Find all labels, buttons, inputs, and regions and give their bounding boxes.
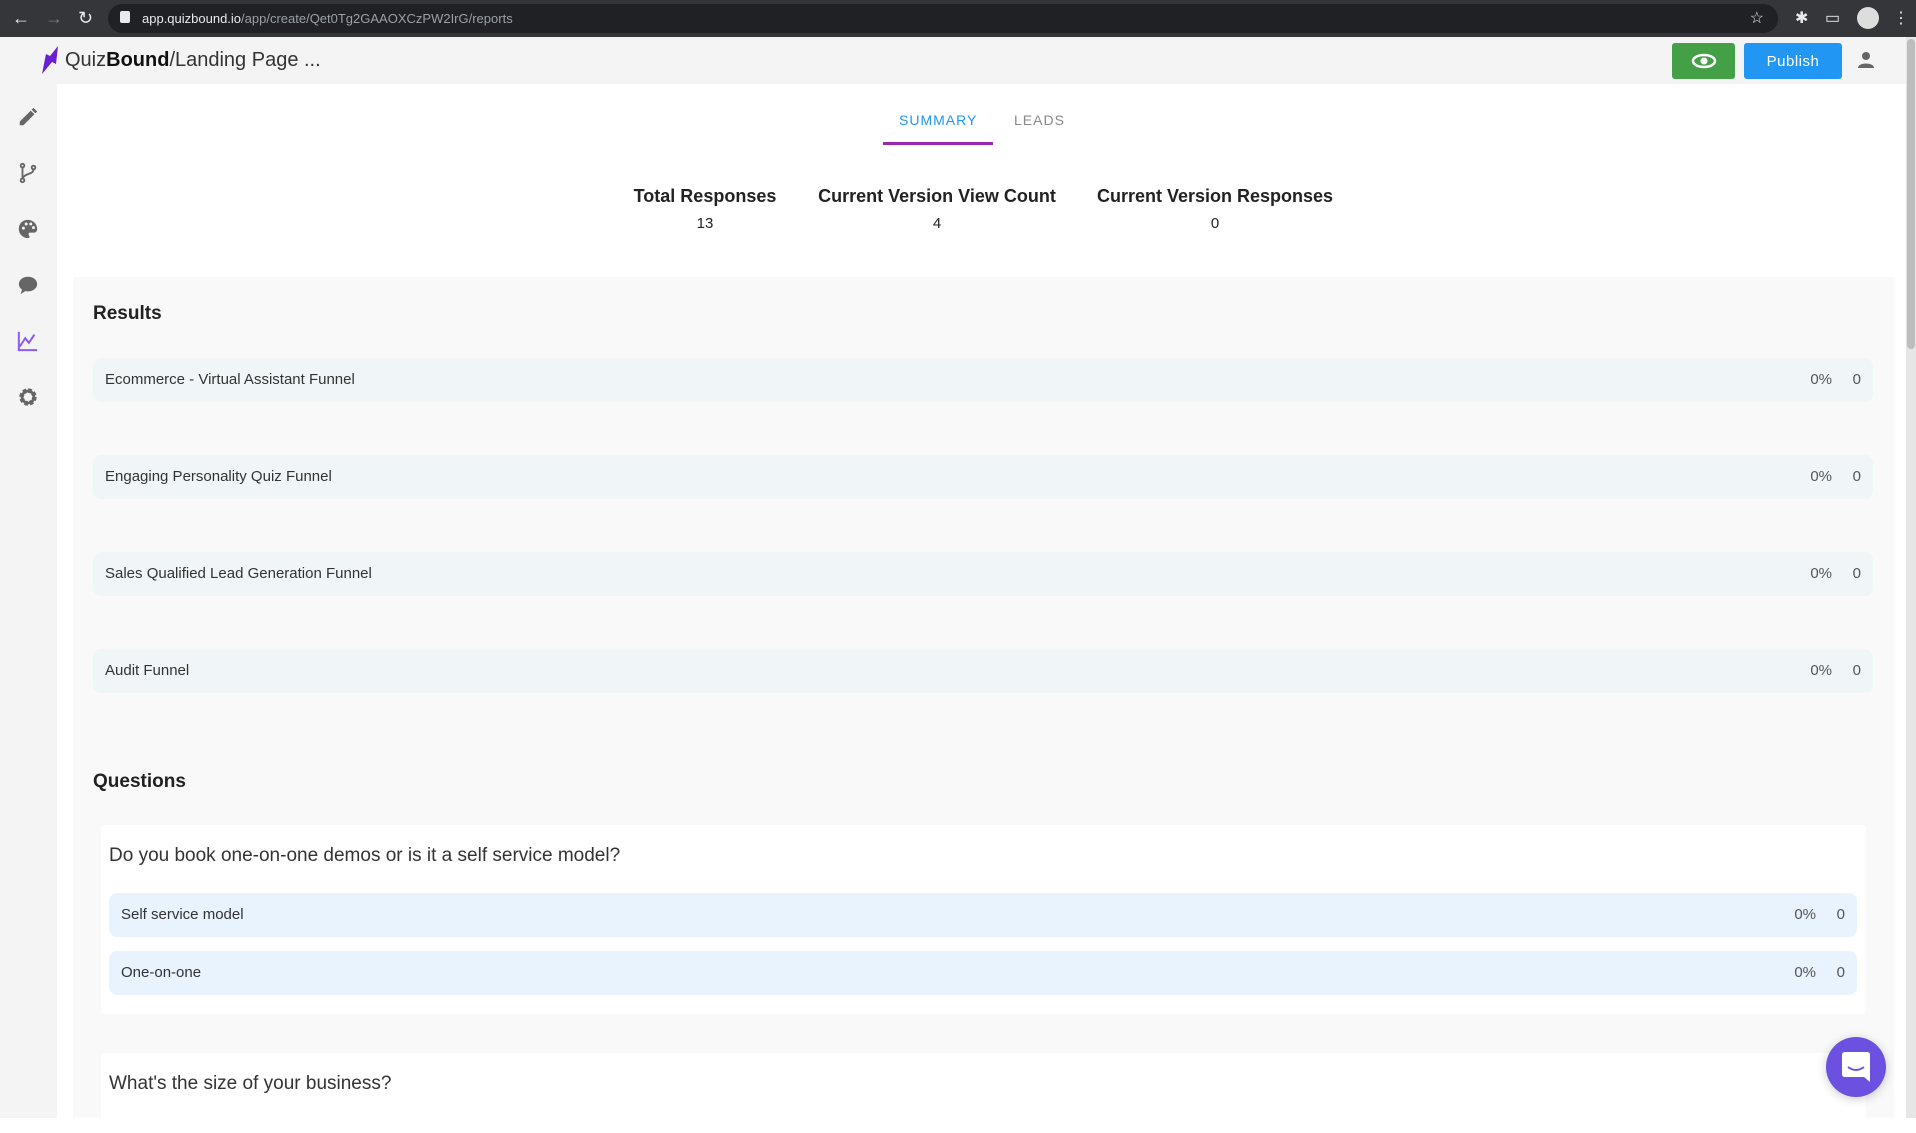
back-icon[interactable]: ← (12, 8, 30, 29)
tab-summary[interactable]: SUMMARY (899, 112, 977, 128)
tab-leads[interactable]: LEADS (1014, 112, 1065, 128)
question-card: What's the size of your business? (101, 1053, 1866, 1133)
page-title: QuizBound/Landing Page ... (65, 49, 321, 71)
gear-icon[interactable] (17, 386, 39, 408)
eye-icon (1691, 53, 1716, 69)
result-row: Engaging Personality Quiz Funnel 0% 0 (93, 455, 1873, 499)
chart-icon[interactable] (17, 330, 39, 352)
report-panel: Results Ecommerce - Virtual Assistant Fu… (73, 277, 1894, 1133)
scrollbar-thumb[interactable] (1907, 39, 1915, 349)
sidebar (0, 84, 57, 1118)
quizbound-logo-icon (42, 46, 58, 74)
menu-icon[interactable]: ⋮ (1893, 8, 1909, 28)
chat-launcher-button[interactable] (1826, 1037, 1886, 1097)
answer-row: Self service model 0% 0 (109, 893, 1857, 937)
bookmark-star-icon[interactable]: ☆ (1750, 8, 1764, 28)
url-text: app.quizbound.io/app/create/Qet0Tg2GAAOX… (142, 11, 513, 26)
branch-icon[interactable] (17, 162, 39, 184)
address-bar[interactable]: app.quizbound.io/app/create/Qet0Tg2GAAOX… (108, 4, 1778, 33)
comment-icon[interactable] (17, 274, 39, 296)
stat-total-responses: Total Responses 13 (633, 186, 777, 232)
pencil-icon[interactable] (17, 106, 39, 128)
extensions-icon[interactable]: ✱ (1795, 8, 1808, 28)
chat-icon (1842, 1052, 1870, 1082)
publish-button[interactable]: Publish (1744, 43, 1842, 79)
profile-avatar[interactable] (1857, 7, 1879, 29)
palette-icon[interactable] (17, 218, 39, 240)
results-heading: Results (93, 303, 162, 324)
preview-button[interactable] (1672, 43, 1735, 79)
question-text: Do you book one-on-one demos or is it a … (109, 845, 621, 866)
result-row: Ecommerce - Virtual Assistant Funnel 0% 0 (93, 358, 1873, 402)
result-row: Sales Qualified Lead Generation Funnel 0%… (93, 552, 1873, 596)
stat-version-responses: Current Version Responses 0 (1096, 186, 1334, 232)
reports-main: SUMMARY LEADS Total Responses 13 Current … (57, 84, 1906, 1133)
answer-row: One-on-one 0% 0 (109, 951, 1857, 995)
cast-icon[interactable]: ▭ (1825, 8, 1840, 28)
question-text: What's the size of your business? (109, 1073, 392, 1094)
page-scrollbar[interactable] (1906, 37, 1916, 1118)
forward-icon[interactable]: → (45, 8, 63, 29)
app-header: QuizBound/Landing Page ... Publish (0, 37, 1906, 84)
active-tab-indicator (883, 142, 993, 145)
result-row: Audit Funnel 0% 0 (93, 649, 1873, 693)
questions-heading: Questions (93, 771, 186, 792)
lock-icon (120, 11, 130, 23)
question-card: Do you book one-on-one demos or is it a … (101, 825, 1866, 1014)
reload-icon[interactable]: ↻ (78, 8, 93, 29)
account-icon[interactable] (1857, 51, 1875, 69)
stat-view-count: Current Version View Count 4 (818, 186, 1056, 232)
browser-toolbar: ← → ↻ app.quizbound.io/app/create/Qet0Tg… (0, 0, 1916, 37)
